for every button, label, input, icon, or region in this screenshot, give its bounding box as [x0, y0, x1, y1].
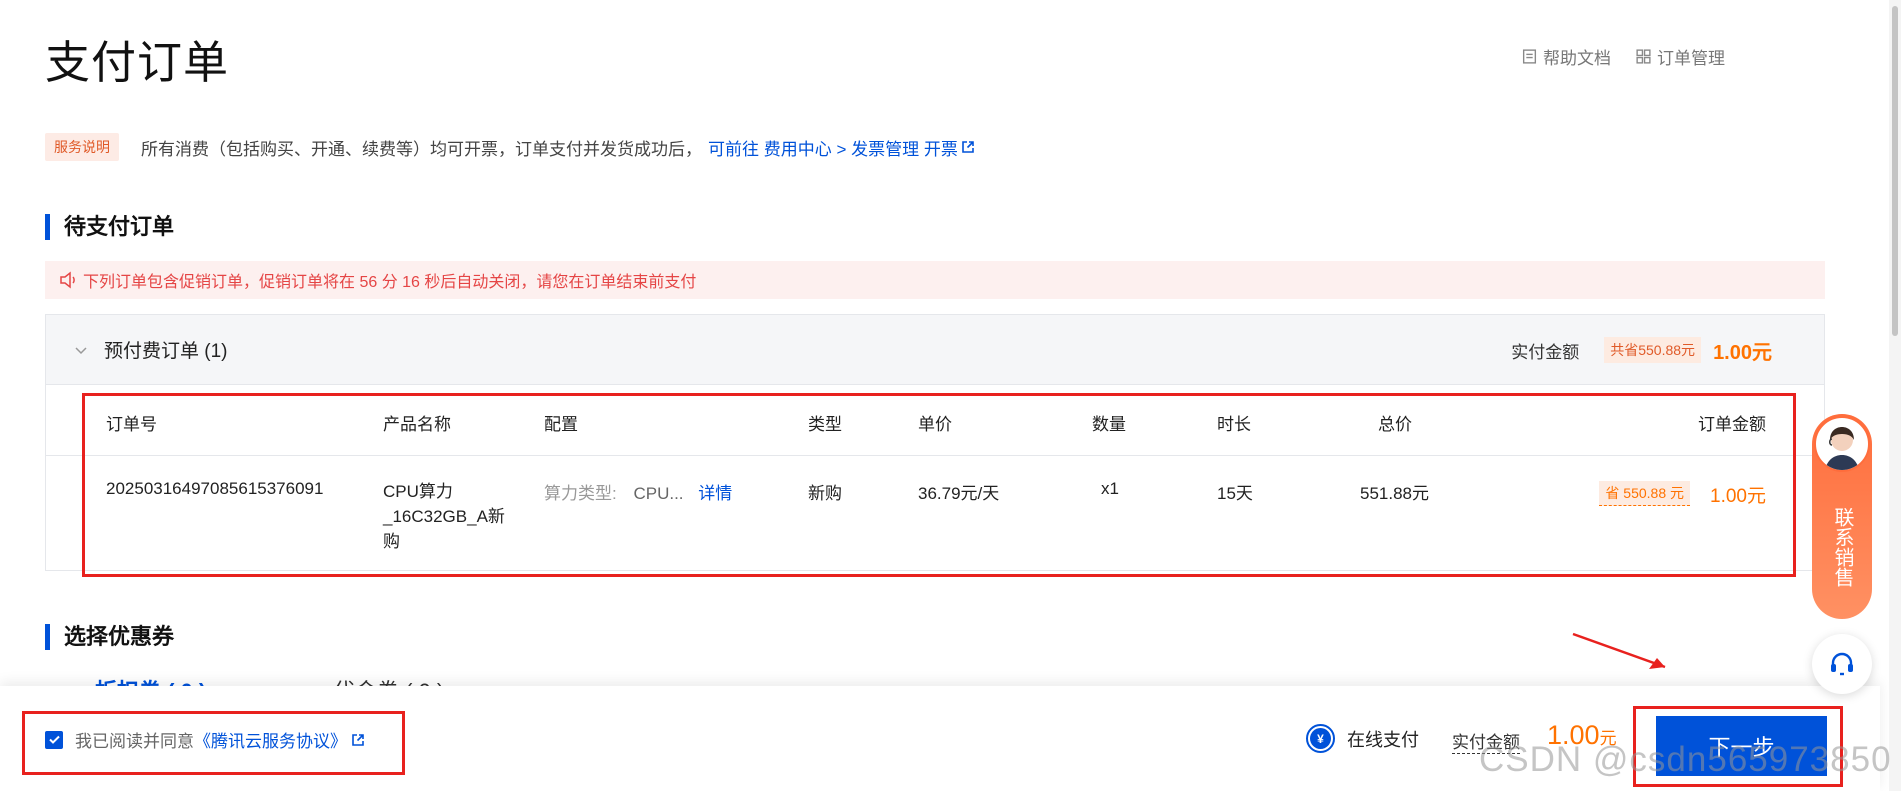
row-saved-chip: 省 550.88 元	[1599, 481, 1690, 506]
type-value: 新购	[808, 484, 842, 503]
top-links: 帮助文档 订单管理	[1521, 44, 1725, 69]
col-type: 类型	[808, 415, 842, 434]
quantity-value: x1	[1101, 479, 1119, 498]
document-icon	[1522, 49, 1537, 64]
order-group-title: 预付费订单 (1)	[104, 341, 228, 362]
config-value: 算力类型: CPU... 详情	[544, 479, 732, 504]
col-product: 产品名称	[383, 415, 451, 434]
order-management-label: 订单管理	[1657, 49, 1725, 68]
order-panel: 预付费订单 (1) 实付金额 共省550.88元 1.00元 订单号 产品名称 …	[45, 314, 1825, 571]
service-notice: 服务说明 所有消费（包括购买、开通、续费等）均可开票，订单支付并发货成功后， 可…	[45, 133, 975, 161]
page-scrollbar[interactable]	[1889, 0, 1901, 791]
product-name-value: CPU算力_16C32GB_A新购	[383, 482, 505, 551]
col-unit-price: 单价	[918, 415, 952, 434]
invoice-link-label: 可前往 费用中心 > 发票管理 开票	[708, 139, 958, 159]
col-order-amount: 订单金额	[1698, 415, 1766, 434]
service-notice-text: 所有消费（包括购买、开通、续费等）均可开票，订单支付并发货成功后，	[141, 139, 702, 159]
table-divider	[46, 455, 1824, 456]
page-title: 支付订单	[45, 37, 230, 88]
contact-sales-widget[interactable]: 联系销售	[1812, 414, 1872, 619]
coupon-section-title: 选择优惠券	[45, 624, 174, 650]
col-config: 配置	[544, 415, 578, 434]
contact-sales-label: 联系销售	[1831, 507, 1853, 587]
order-group-summary: 实付金额 共省550.88元 1.00元	[1511, 315, 1772, 385]
customer-support-button[interactable]	[1812, 634, 1872, 694]
watermark: CSDN @csdn565973850	[1479, 740, 1892, 779]
yen-icon: ¥	[1310, 728, 1331, 749]
payment-method-label: 在线支付	[1347, 729, 1419, 750]
help-docs-link[interactable]: 帮助文档	[1521, 44, 1611, 69]
config-text: CPU...	[633, 484, 684, 503]
check-icon	[48, 735, 60, 744]
promo-warning-bar: 下列订单包含促销订单，促销订单将在 56 分 16 秒后自动关闭，请您在订单结束…	[45, 261, 1825, 299]
service-agreement-label: 《腾讯云服务协议》	[194, 732, 347, 751]
grid-icon	[1636, 49, 1651, 64]
order-group-header[interactable]: 预付费订单 (1) 实付金额 共省550.88元 1.00元	[46, 315, 1824, 385]
help-docs-label: 帮助文档	[1543, 49, 1611, 68]
service-tag: 服务说明	[45, 133, 119, 161]
annotation-arrow	[1572, 632, 1666, 669]
agent-avatar-icon	[1825, 427, 1859, 470]
total-value: 551.88元	[1360, 484, 1429, 503]
agree-text: 我已阅读并同意	[75, 732, 194, 751]
external-link-icon	[962, 141, 974, 153]
service-agreement-link[interactable]: 《腾讯云服务协议》	[194, 727, 365, 752]
col-order-no: 订单号	[106, 415, 157, 434]
external-link-icon	[352, 733, 364, 746]
order-no-value: 20250316497085615376091	[106, 479, 324, 498]
col-duration: 时长	[1217, 415, 1251, 434]
duration-value: 15天	[1217, 484, 1253, 503]
speaker-icon	[60, 271, 75, 289]
order-management-link[interactable]: 订单管理	[1635, 44, 1725, 69]
pending-orders-title: 待支付订单	[45, 214, 174, 240]
row-amount-value: 1.00元	[1710, 486, 1766, 507]
col-quantity: 数量	[1092, 415, 1126, 434]
unit-price-value: 36.79元/天	[918, 484, 1000, 503]
sales-avatar	[1814, 416, 1870, 472]
online-pay-radio[interactable]: ¥	[1306, 724, 1335, 753]
scrollbar-thumb[interactable]	[1892, 6, 1898, 336]
agreement: 我已阅读并同意 《腾讯云服务协议》	[45, 727, 365, 752]
saved-badge: 共省550.88元	[1604, 337, 1702, 363]
config-label: 算力类型:	[544, 484, 617, 503]
paid-amount-label: 实付金额	[1511, 342, 1580, 362]
promo-warning-text: 下列订单包含促销订单，促销订单将在 56 分 16 秒后自动关闭，请您在订单结束…	[83, 274, 697, 291]
detail-link[interactable]: 详情	[698, 484, 732, 503]
col-total: 总价	[1378, 415, 1412, 434]
headset-icon	[1831, 652, 1853, 676]
invoice-link[interactable]: 可前往 费用中心 > 发票管理 开票	[708, 135, 975, 160]
chevron-down-icon[interactable]	[74, 343, 88, 357]
payment-method[interactable]: ¥ 在线支付	[1306, 724, 1419, 753]
paid-amount-value: 1.00元	[1713, 341, 1772, 364]
agree-checkbox[interactable]	[45, 730, 63, 749]
